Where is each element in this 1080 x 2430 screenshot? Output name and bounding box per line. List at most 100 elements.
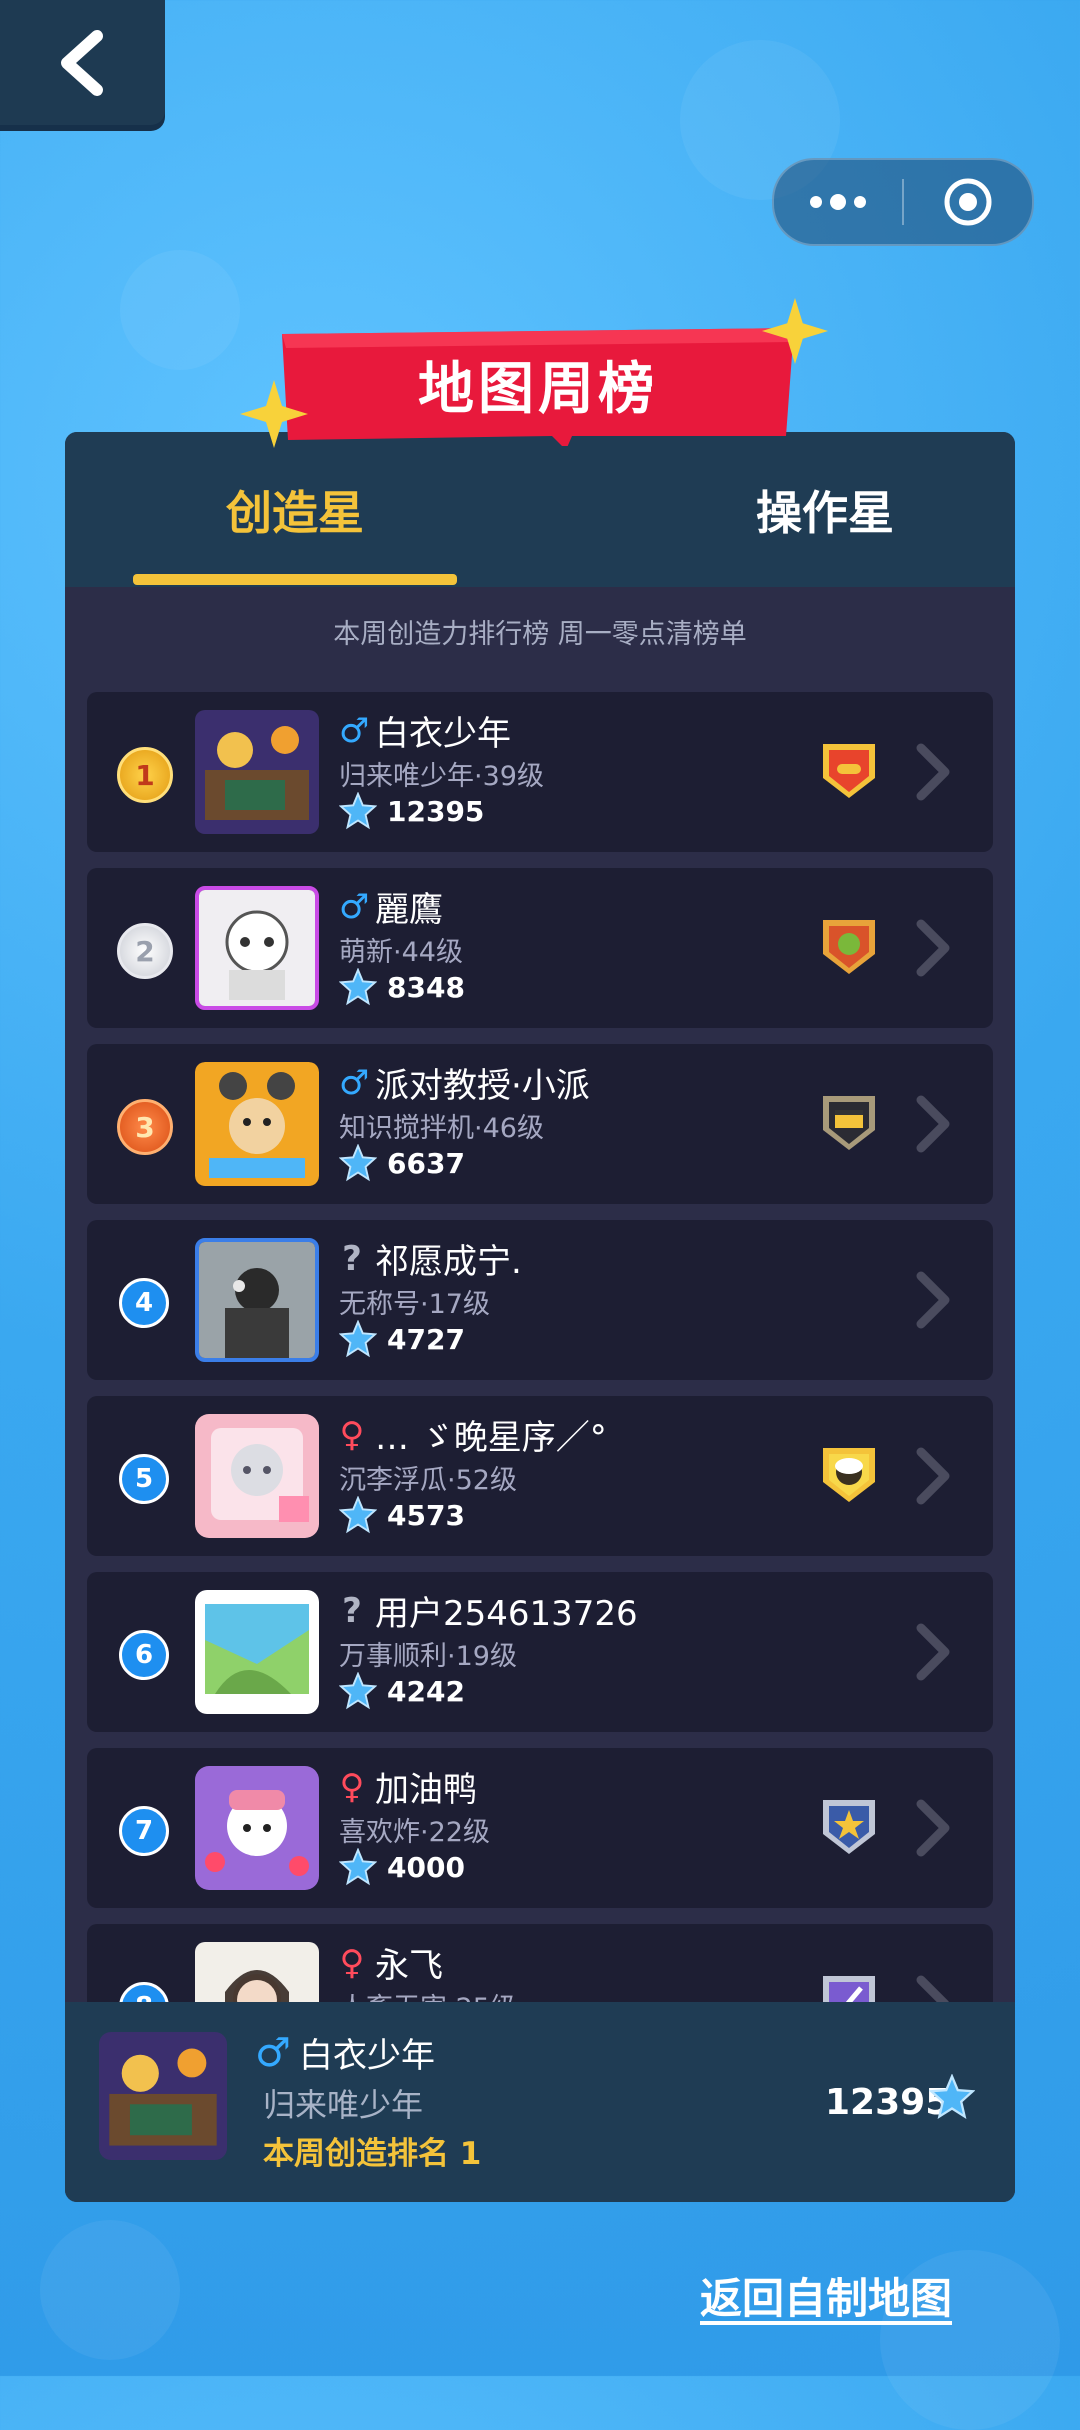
monster-badge-icon[interactable] [817,914,881,978]
chevron-right-icon[interactable] [909,1268,957,1332]
score-line: 4573 [339,1496,465,1534]
star-badge-icon[interactable] [817,1794,881,1858]
avatar [195,886,319,1010]
my-ranking-bar[interactable]: ♂ 白衣少年 归来唯少年 本周创造排名 1 12395 [65,2002,1015,2202]
ranking-row[interactable]: 2 ♂ 麗鷹 萌新·44级 8348 [87,868,993,1028]
avatar [195,1590,319,1714]
rank-medal-bronze: 3 [117,1099,173,1155]
name-line: ♀ 加油鸭 [339,1762,477,1811]
my-avatar [99,2032,227,2160]
chevron-right-icon[interactable] [909,740,957,804]
user-title-level: 喜欢炸·22级 [339,1817,490,1848]
ranking-row[interactable]: 1 ♂ 白衣少年 归来唯少年·39级 12395 [87,692,993,852]
user-title-level: 知识搅拌机·46级 [339,1113,544,1144]
tab-bar: 创造星 操作星 [65,432,1015,587]
unknown-gender-icon: ? [342,1238,362,1279]
chevron-right-icon[interactable] [909,1620,957,1684]
blue-star-icon [339,1848,377,1886]
chevron-right-icon[interactable] [909,916,957,980]
user-name: 用户254613726 [375,1594,638,1634]
rank-number: 6 [119,1630,169,1680]
user-name: 派对教授·小派 [375,1066,590,1106]
blue-star-icon [929,2074,975,2120]
score-line: 8348 [339,968,465,1006]
menu-capsule [772,158,1034,246]
score-line: 4242 [339,1672,465,1710]
female-icon: ♀ [339,1942,365,1983]
chevron-right-icon[interactable] [909,1092,957,1156]
name-line: ♀ … ゞ晚星序／° [339,1410,607,1459]
female-icon: ♀ [339,1414,365,1455]
chevron-right-icon[interactable] [909,1444,957,1508]
ranking-row[interactable]: 6 ? 用户254613726 万事顺利·19级 4242 [87,1572,993,1732]
ranking-row[interactable]: 5 ♀ … ゞ晚星序／° 沉李浮瓜·52级 4573 [87,1396,993,1556]
chevron-right-icon[interactable] [909,1796,957,1860]
unknown-gender-icon: ? [342,1590,362,1631]
score-value: 8348 [387,970,465,1004]
ranking-row[interactable]: 7 ♀ 加油鸭 喜欢炸·22级 4000 [87,1748,993,1908]
avatar [195,1414,319,1538]
avatar [195,1238,319,1362]
background-decoration [40,2220,180,2360]
user-name: 麗鷹 [375,890,443,930]
user-title-level: 萌新·44级 [339,937,463,968]
score-value: 12395 [387,794,485,828]
avatar [195,1062,319,1186]
clapperboard-badge-icon[interactable] [817,1090,881,1154]
my-name: 白衣少年 [299,2036,435,2076]
user-name: 白衣少年 [375,714,511,754]
leaderboard-panel: 创造星 操作星 本周创造力排行榜 周一零点清榜单 1 ♂ 白衣少年 归来唯少年·… [65,432,1015,2202]
user-name: … ゞ晚星序／° [375,1418,607,1458]
tab-operation-star[interactable]: 操作星 [685,432,965,587]
target-icon [944,178,992,226]
male-icon: ♂ [339,886,370,927]
rank-medal-gold: 1 [117,747,173,803]
blue-star-icon [339,1144,377,1182]
ranking-row[interactable]: 3 ♂ 派对教授·小派 知识搅拌机·46级 6637 [87,1044,993,1204]
name-line: ♂ 派对教授·小派 [339,1058,590,1107]
name-line: ♂ 麗鷹 [339,882,443,931]
blue-star-icon [339,1320,377,1358]
male-icon: ♂ [255,2029,291,2076]
blue-star-icon [339,1496,377,1534]
male-icon: ♂ [339,1062,370,1103]
name-line: ♀ 永飞 [339,1938,443,1987]
close-miniprogram-button[interactable] [904,160,1032,244]
more-button[interactable] [774,160,902,244]
name-line: ♂ 白衣少年 [339,706,511,755]
rank-number: 5 [119,1454,169,1504]
user-name: 永飞 [375,1946,443,1986]
user-title-level: 万事顺利·19级 [339,1641,517,1672]
back-button[interactable] [0,0,165,125]
name-line: ? 用户254613726 [339,1586,638,1635]
score-value: 6637 [387,1146,465,1180]
male-icon: ♂ [339,710,370,751]
blue-star-icon [339,1672,377,1710]
rank-medal-silver: 2 [117,923,173,979]
more-dots-icon [810,194,866,210]
rank-number: 4 [119,1278,169,1328]
rank-number: 7 [119,1806,169,1856]
active-tab-indicator [133,574,457,585]
female-icon: ♀ [339,1766,365,1807]
score-value: 4573 [387,1498,465,1532]
score-line: 4727 [339,1320,465,1358]
my-name-line: ♂ 白衣少年 [255,2028,435,2077]
blue-star-icon [339,968,377,1006]
page-title: 地图周榜 [418,357,658,422]
user-title-level: 沉李浮瓜·52级 [339,1465,517,1496]
sheep-badge-icon[interactable] [817,1442,881,1506]
user-title-level: 归来唯少年·39级 [339,761,544,792]
user-title-level: 无称号·17级 [339,1289,490,1320]
user-name: 加油鸭 [375,1770,477,1810]
ranking-row[interactable]: 4 ? 祁愿成宁. 无称号·17级 4727 [87,1220,993,1380]
my-rank-text: 本周创造排名 1 [263,2136,482,2172]
tab-creation-star[interactable]: 创造星 [135,432,455,587]
return-to-custom-map-link[interactable]: 返回自制地图 [700,2265,952,2326]
score-line: 4000 [339,1848,465,1886]
background-decoration [120,250,240,370]
blue-star-icon [339,792,377,830]
game-controller-badge-icon[interactable] [817,738,881,802]
name-line: ? 祁愿成宁. [339,1234,522,1283]
avatar [195,710,319,834]
